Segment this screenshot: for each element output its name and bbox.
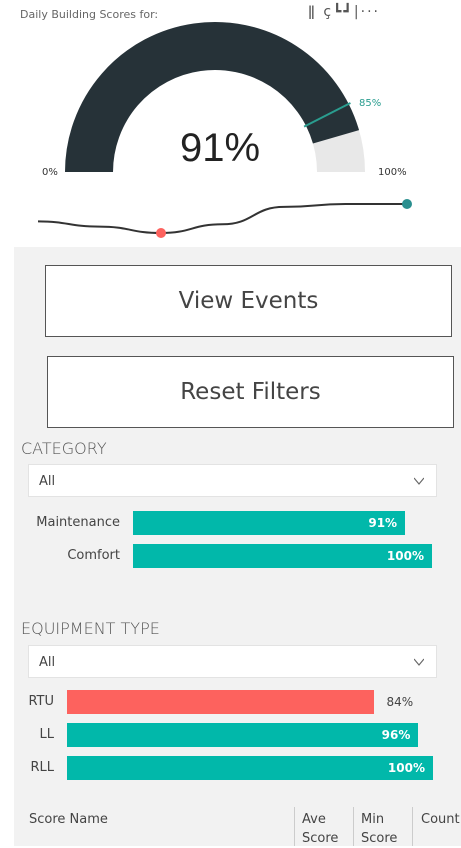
- category-dropdown-value: All: [39, 474, 56, 489]
- gauge-min-label: 0%: [42, 167, 58, 178]
- equipment-bar-label: LL: [39, 727, 55, 742]
- sparkline-low-marker: [156, 228, 166, 238]
- equipment-bar-row[interactable]: LL 96%: [14, 723, 461, 747]
- equipment-bar-row[interactable]: 84% RTU: [14, 690, 461, 714]
- equipment-bar-value: 96%: [381, 728, 411, 742]
- equipment-bar[interactable]: 100%: [67, 756, 433, 780]
- table-header-count[interactable]: Count: [421, 810, 460, 829]
- equipment-type-title: EQUIPMENT TYPE: [21, 619, 160, 638]
- category-bar-row[interactable]: Comfort 100%: [14, 544, 461, 568]
- category-bar-row[interactable]: Maintenance 91%: [14, 511, 461, 535]
- equipment-bar-row[interactable]: RLL 100%: [14, 756, 461, 780]
- column-divider: [353, 807, 354, 846]
- column-divider: [412, 807, 413, 846]
- chevron-down-icon: [414, 658, 424, 666]
- equipment-bar-value: 84%: [386, 695, 414, 709]
- equipment-bar-value: 100%: [387, 761, 425, 775]
- gauge-chart: [37, 22, 412, 238]
- reset-filters-button[interactable]: Reset Filters: [47, 356, 454, 428]
- table-header-min-score[interactable]: Min Score: [361, 810, 401, 848]
- sparkline-line: [37, 203, 407, 235]
- gauge-max-label: 100%: [378, 167, 407, 178]
- equipment-type-dropdown[interactable]: All: [28, 645, 437, 678]
- equipment-bar[interactable]: 96%: [67, 723, 419, 747]
- equipment-bar-label: RTU: [28, 694, 54, 709]
- gauge-target-label: 85%: [359, 98, 382, 109]
- equipment-dropdown-value: All: [39, 655, 56, 670]
- category-bar-value: 91%: [368, 516, 398, 530]
- chevron-down-icon: [414, 477, 424, 485]
- category-bar[interactable]: 100%: [133, 544, 432, 568]
- gauge-value: 91%: [179, 126, 261, 170]
- category-bar-value: 100%: [386, 549, 424, 563]
- view-events-button[interactable]: View Events: [45, 265, 452, 337]
- equipment-bar[interactable]: [67, 690, 375, 714]
- category-title: CATEGORY: [21, 439, 107, 458]
- table-header-ave-score[interactable]: Ave Score: [302, 810, 342, 848]
- filter-panel: View Events Reset Filters CATEGORY All M…: [14, 247, 461, 846]
- column-divider: [294, 807, 295, 846]
- category-dropdown[interactable]: All: [28, 464, 437, 497]
- equipment-bar-label: RLL: [30, 760, 54, 775]
- category-bar-label: Comfort: [67, 548, 120, 563]
- sparkline-end-marker: [402, 199, 412, 209]
- category-bar-label: Maintenance: [36, 515, 120, 530]
- table-header-score-name[interactable]: Score Name: [29, 810, 108, 829]
- category-bar[interactable]: 91%: [133, 511, 406, 535]
